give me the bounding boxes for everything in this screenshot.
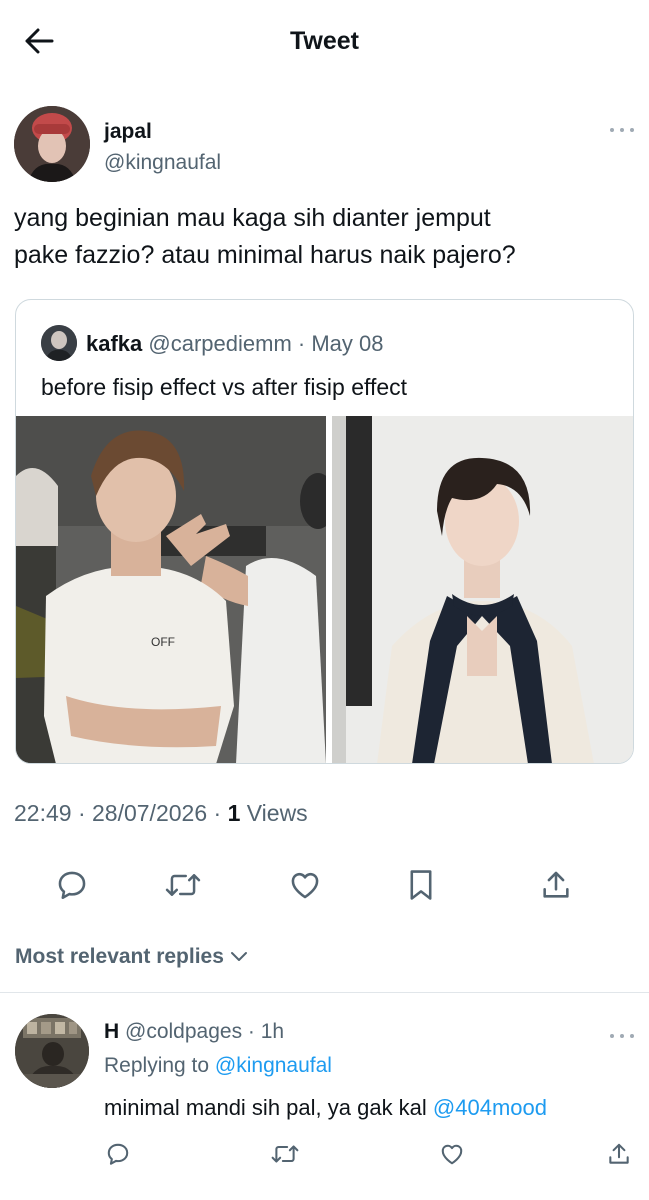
bookmark-icon	[410, 870, 432, 900]
more-dot	[610, 128, 614, 132]
quoted-media: OFF	[16, 416, 633, 763]
reply-reply-button[interactable]	[101, 1137, 135, 1171]
reply-action-bar	[0, 1137, 649, 1171]
retweet-icon	[165, 874, 201, 896]
retweet-icon	[271, 1145, 299, 1163]
reply-icon	[107, 1143, 129, 1165]
tweet-text: yang beginian mau kaga sih dianter jempu…	[14, 200, 634, 274]
share-icon	[543, 871, 569, 898]
like-button[interactable]	[282, 862, 328, 908]
reply-author-name[interactable]: H	[104, 1020, 119, 1043]
quoted-text: before fisip effect vs after fisip effec…	[41, 374, 408, 400]
share-icon	[609, 1143, 629, 1164]
replies-sort-label: Most relevant replies	[15, 945, 224, 968]
tweet-action-bar	[0, 862, 649, 908]
quoted-author-avatar	[41, 325, 77, 361]
author-avatar[interactable]	[14, 106, 90, 182]
quoted-author-name: kafka	[86, 331, 143, 356]
reply-item[interactable]: H @coldpages · 1h Replying to @kingnaufa…	[0, 1000, 649, 1200]
avatar-photo	[14, 106, 90, 182]
tweet-timestamp: 22:49 · 28/07/2026 · 1 Views	[14, 800, 308, 827]
tweet-text-line: yang beginian mau kaga sih dianter jempu…	[14, 204, 491, 232]
tweet-author: japal @kingnaufal	[14, 106, 634, 186]
reply-more-options-icon[interactable]	[610, 1032, 634, 1040]
quoted-photo-right[interactable]	[332, 416, 633, 763]
reply-button[interactable]	[49, 862, 95, 908]
reply-author-avatar[interactable]	[15, 1014, 89, 1088]
chevron-down-icon	[230, 952, 247, 961]
timestamp-text: 22:49 · 28/07/2026 ·	[14, 800, 228, 826]
like-icon	[291, 872, 319, 899]
quoted-avatar-photo	[41, 325, 77, 361]
reply-avatar-photo	[15, 1014, 89, 1088]
top-bar: Tweet	[0, 0, 649, 86]
replying-to-label: Replying to	[104, 1054, 215, 1077]
more-dot	[620, 1034, 624, 1038]
quoted-photo-left[interactable]: OFF	[16, 416, 326, 763]
reply-share-button[interactable]	[602, 1137, 636, 1171]
replying-to-handle[interactable]: @kingnaufal	[215, 1054, 332, 1077]
reply-icon	[58, 871, 86, 900]
more-dot	[610, 1034, 614, 1038]
like-icon	[441, 1144, 463, 1165]
author-handle[interactable]: @kingnaufal	[104, 151, 221, 175]
reply-mention[interactable]: @404mood	[433, 1095, 547, 1120]
reply-text: minimal mandi sih pal, ya gak kal @404mo…	[104, 1095, 547, 1121]
photo-before: OFF	[16, 416, 326, 763]
quoted-author-line: kafka @carpediemm · May 08	[86, 331, 383, 357]
more-dot	[620, 128, 624, 132]
views-count: 1	[227, 800, 241, 826]
bookmark-button[interactable]	[398, 862, 444, 908]
tweet-text-line: pake fazzio? atau minimal harus naik paj…	[14, 241, 516, 269]
reply-author-line: H @coldpages · 1h	[104, 1020, 284, 1044]
replies-sort-dropdown[interactable]: Most relevant replies	[15, 945, 248, 969]
divider	[0, 992, 649, 993]
views-label: Views	[240, 800, 308, 826]
replying-to: Replying to @kingnaufal	[104, 1054, 332, 1078]
more-options-icon[interactable]	[610, 126, 634, 134]
more-dot	[630, 128, 634, 132]
photo-after	[332, 416, 633, 763]
more-dot	[630, 1034, 634, 1038]
quoted-author-meta: @carpediemm · May 08	[142, 331, 384, 356]
svg-text:OFF: OFF	[151, 635, 175, 649]
reply-like-button[interactable]	[435, 1137, 469, 1171]
quoted-tweet[interactable]: kafka @carpediemm · May 08 before fisip …	[15, 299, 634, 764]
reply-retweet-button[interactable]	[268, 1137, 302, 1171]
page-title: Tweet	[290, 27, 359, 55]
author-name[interactable]: japal	[104, 120, 152, 144]
reply-author-meta: @coldpages · 1h	[119, 1020, 285, 1043]
reply-text-body: minimal mandi sih pal, ya gak kal	[104, 1095, 433, 1120]
retweet-button[interactable]	[160, 862, 206, 908]
share-button[interactable]	[533, 862, 579, 908]
